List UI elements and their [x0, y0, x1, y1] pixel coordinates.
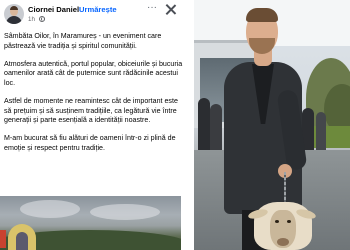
- post-text: Sâmbăta Oilor, în Maramureș - un evenime…: [4, 32, 184, 162]
- sheep-eye: [287, 220, 291, 223]
- header-separator: ·: [74, 5, 77, 14]
- photo-monument: [8, 224, 36, 250]
- author-avatar[interactable]: [4, 4, 24, 24]
- post-time[interactable]: 1h: [28, 16, 35, 23]
- avatar-hair: [10, 6, 18, 10]
- photo-cloud: [20, 200, 80, 218]
- post-paragraph: Atmosfera autentică, portul popular, obi…: [4, 59, 183, 87]
- photo-cloud: [90, 204, 160, 220]
- avatar-shoulders: [6, 16, 22, 24]
- photo-bystander: [198, 98, 210, 158]
- post-paragraph: M-am bucurat să fiu alături de oameni în…: [4, 134, 176, 152]
- post-paragraph: Astfel de momente ne reamintesc cât de i…: [4, 96, 178, 125]
- man-hair: [246, 8, 278, 22]
- sheep: [246, 196, 318, 250]
- post-time-row: 1h: [28, 16, 45, 23]
- event-photo: [194, 0, 350, 250]
- author-name[interactable]: Ciornei Daniel: [28, 5, 79, 14]
- post-header: Ciornei Daniel · Urmărește 1h ···: [0, 0, 186, 30]
- close-icon[interactable]: [164, 3, 177, 16]
- facebook-post: Ciornei Daniel · Urmărește 1h ··· Sâmbăt…: [0, 0, 186, 250]
- post-paragraph: Sâmbăta Oilor, în Maramureș - un evenime…: [4, 32, 162, 50]
- photo-flag: [0, 230, 6, 248]
- more-options-icon[interactable]: ···: [145, 3, 159, 15]
- sheep-nose: [277, 238, 289, 246]
- follow-button[interactable]: Urmărește: [79, 5, 117, 14]
- sheep-eye: [275, 220, 279, 223]
- globe-icon: [38, 16, 45, 22]
- post-photo[interactable]: [0, 196, 181, 250]
